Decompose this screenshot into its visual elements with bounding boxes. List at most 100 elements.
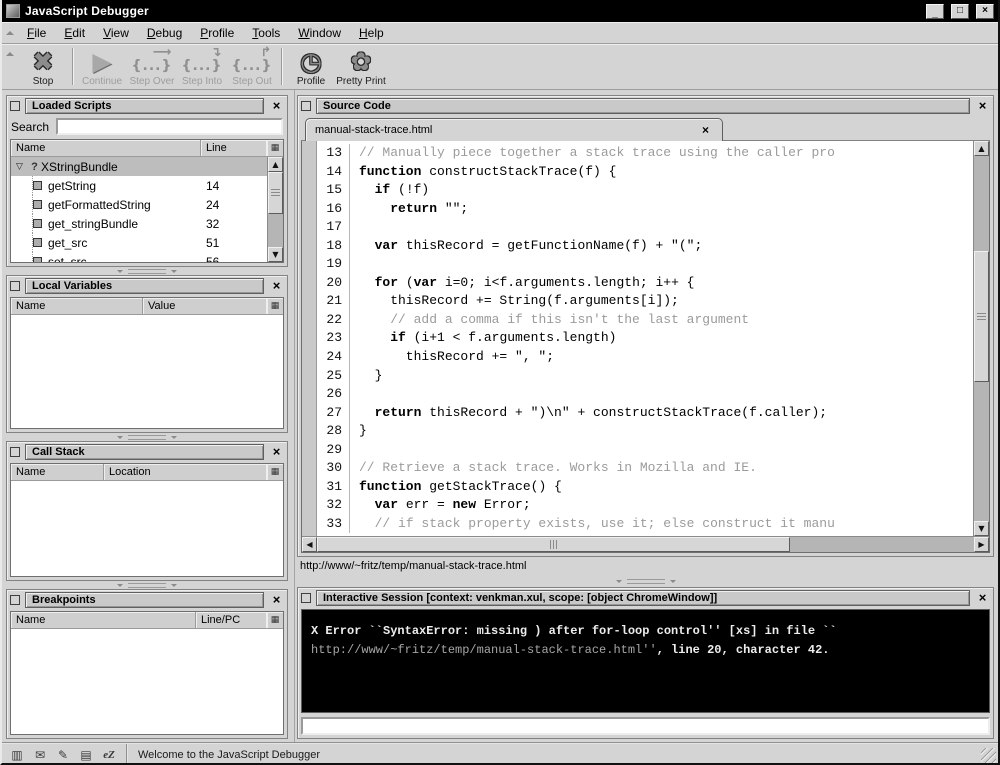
- column-header-name[interactable]: Name: [11, 140, 201, 156]
- menubar-grippy[interactable]: [3, 25, 16, 41]
- scroll-left-icon[interactable]: ◀: [302, 537, 317, 552]
- scrollbar-thumb[interactable]: [268, 172, 283, 214]
- line-number[interactable]: 22: [318, 311, 350, 330]
- stop-button[interactable]: ✖Stop: [18, 46, 68, 87]
- line-number[interactable]: 28: [318, 422, 350, 441]
- float-panel-button[interactable]: [10, 281, 20, 291]
- menu-debug[interactable]: Debug: [138, 23, 191, 43]
- line-number[interactable]: 17: [318, 218, 350, 237]
- line-number[interactable]: 23: [318, 329, 350, 348]
- tree-row[interactable]: set_src56: [11, 252, 267, 262]
- continue-button[interactable]: ▶Continue: [77, 46, 127, 87]
- panel-splitter[interactable]: [6, 267, 288, 275]
- tree-row[interactable]: getFormattedString24: [11, 195, 267, 214]
- column-picker-icon[interactable]: ▦: [266, 464, 283, 480]
- menu-help[interactable]: Help: [350, 23, 393, 43]
- scripts-scrollbar[interactable]: ▲ ▼: [267, 157, 283, 262]
- scroll-up-icon[interactable]: ▲: [974, 141, 989, 156]
- line-number[interactable]: 25: [318, 367, 350, 386]
- profile-button[interactable]: ◷Profile: [286, 46, 336, 87]
- panel-splitter[interactable]: [6, 433, 288, 441]
- resize-grip[interactable]: [981, 748, 996, 763]
- scrollbar-track[interactable]: [268, 172, 283, 247]
- line-number[interactable]: 13: [318, 144, 350, 163]
- scrollbar-thumb[interactable]: [974, 251, 989, 382]
- search-input[interactable]: [56, 118, 283, 135]
- step-out-button[interactable]: ↱{...}Step Out: [227, 46, 277, 87]
- column-picker-icon[interactable]: ▦: [266, 298, 283, 314]
- close-panel-button[interactable]: ×: [269, 279, 284, 293]
- stripes-icon[interactable]: ▥: [8, 747, 26, 763]
- source-view[interactable]: 13// Manually piece together a stack tra…: [301, 141, 990, 553]
- scrollbar-track[interactable]: [317, 537, 974, 552]
- menu-view[interactable]: View: [94, 23, 138, 43]
- menu-window[interactable]: Window: [289, 23, 350, 43]
- console-input[interactable]: [301, 717, 990, 735]
- float-panel-button[interactable]: [10, 101, 20, 111]
- ez-icon[interactable]: eZ: [100, 747, 118, 763]
- line-number[interactable]: 20: [318, 274, 350, 293]
- scrollbar-thumb[interactable]: [317, 537, 790, 552]
- line-number[interactable]: 19: [318, 255, 350, 274]
- column-header-name[interactable]: Name: [11, 298, 143, 314]
- panel-splitter[interactable]: [6, 581, 288, 589]
- tab-manual-stack-trace[interactable]: manual-stack-trace.html ×: [305, 118, 723, 141]
- column-header-location[interactable]: Location: [104, 464, 266, 480]
- close-button[interactable]: ×: [976, 4, 994, 19]
- step-into-button[interactable]: ↴{...}Step Into: [177, 46, 227, 87]
- column-header-name[interactable]: Name: [11, 612, 196, 628]
- splitter-grippy[interactable]: [128, 435, 166, 440]
- toolbar-grippy[interactable]: [3, 46, 16, 62]
- twisty-open-icon[interactable]: ▽: [11, 162, 28, 172]
- scrollbar-track[interactable]: [974, 156, 989, 521]
- line-number[interactable]: 31: [318, 478, 350, 497]
- menu-tools[interactable]: Tools: [243, 23, 289, 43]
- panel-splitter[interactable]: [297, 575, 994, 587]
- column-header-value[interactable]: Value: [143, 298, 266, 314]
- tree-row[interactable]: get_stringBundle32: [11, 214, 267, 233]
- column-header-line[interactable]: Line: [201, 140, 266, 156]
- line-number[interactable]: 24: [318, 348, 350, 367]
- line-number[interactable]: 27: [318, 404, 350, 423]
- line-number[interactable]: 33: [318, 515, 350, 534]
- maximize-button[interactable]: □: [951, 4, 969, 19]
- notebook-icon[interactable]: ▤: [77, 747, 95, 763]
- close-panel-button[interactable]: ×: [269, 99, 284, 113]
- scroll-right-icon[interactable]: ▶: [974, 537, 989, 552]
- line-number[interactable]: 32: [318, 496, 350, 515]
- float-panel-button[interactable]: [10, 595, 20, 605]
- minimize-button[interactable]: _: [926, 4, 944, 19]
- splitter-grippy[interactable]: [627, 579, 665, 584]
- mail-icon[interactable]: ✉: [31, 747, 49, 763]
- column-picker-icon[interactable]: ▦: [266, 612, 283, 628]
- tab-close-icon[interactable]: ×: [698, 123, 713, 137]
- column-header-line-pc[interactable]: Line/PC: [196, 612, 266, 628]
- signing-icon[interactable]: ✎: [54, 747, 72, 763]
- scroll-down-icon[interactable]: ▼: [974, 521, 989, 536]
- menu-file[interactable]: File: [18, 23, 55, 43]
- tree-row[interactable]: getString14: [11, 176, 267, 195]
- breakpoint-gutter[interactable]: [302, 141, 317, 536]
- line-number[interactable]: 14: [318, 163, 350, 182]
- float-panel-button[interactable]: [10, 447, 20, 457]
- pretty-print-button[interactable]: ✿Pretty Print: [336, 46, 386, 87]
- line-number[interactable]: 29: [318, 441, 350, 460]
- close-panel-button[interactable]: ×: [269, 445, 284, 459]
- tree-row-root[interactable]: ▽?XStringBundle: [11, 157, 267, 176]
- line-number[interactable]: 16: [318, 200, 350, 219]
- float-panel-button[interactable]: [301, 593, 311, 603]
- scroll-down-icon[interactable]: ▼: [268, 247, 283, 262]
- splitter-grippy[interactable]: [128, 269, 166, 274]
- scroll-up-icon[interactable]: ▲: [268, 157, 283, 172]
- line-number[interactable]: 30: [318, 459, 350, 478]
- source-horizontal-scrollbar[interactable]: ◀ ▶: [302, 536, 989, 552]
- step-over-button[interactable]: ⟶{...}Step Over: [127, 46, 177, 87]
- splitter-grippy[interactable]: [128, 583, 166, 588]
- line-number[interactable]: 26: [318, 385, 350, 404]
- menu-edit[interactable]: Edit: [55, 23, 94, 43]
- tree-row[interactable]: get_src51: [11, 233, 267, 252]
- line-number[interactable]: 15: [318, 181, 350, 200]
- close-panel-button[interactable]: ×: [975, 591, 990, 605]
- column-picker-icon[interactable]: ▦: [266, 140, 283, 156]
- source-vertical-scrollbar[interactable]: ▲ ▼: [973, 141, 989, 536]
